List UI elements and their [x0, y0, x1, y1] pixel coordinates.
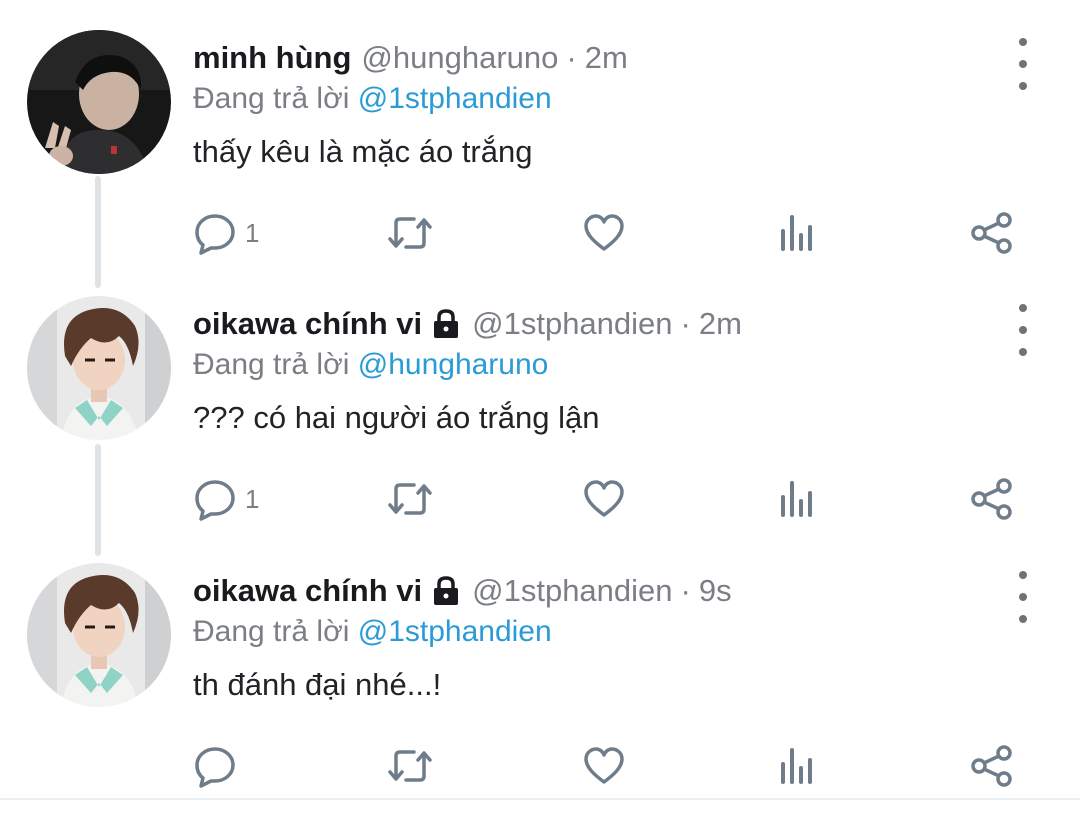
user-handle[interactable]: @1stphandien	[472, 306, 672, 342]
reply-button[interactable]	[193, 741, 245, 791]
display-name[interactable]: minh hùng	[193, 40, 351, 76]
more-vertical-icon[interactable]	[1012, 36, 1034, 92]
like-icon	[584, 747, 624, 784]
replying-to-label: Đang trả lời	[193, 615, 350, 648]
share-button[interactable]	[970, 741, 1014, 791]
reply-button[interactable]: 1	[193, 208, 259, 258]
lock-icon	[434, 309, 459, 338]
timestamp[interactable]: 2m	[699, 306, 742, 342]
tweet-actions	[0, 741, 1080, 791]
user-handle[interactable]: @hungharuno	[361, 40, 558, 76]
reply-icon	[195, 747, 235, 788]
analytics-button[interactable]	[778, 208, 818, 258]
tweet-header: oikawa chính vi @1stphandien · 9s	[193, 569, 732, 613]
analytics-button[interactable]	[778, 741, 818, 791]
share-button[interactable]	[970, 208, 1014, 258]
reply-count: 1	[245, 217, 260, 248]
display-name[interactable]: oikawa chính vi	[193, 306, 422, 342]
reply-count: 1	[245, 483, 260, 514]
retweet-icon	[388, 217, 432, 249]
tweet-text: th đánh đại nhé...!	[193, 667, 442, 702]
like-icon	[584, 480, 624, 517]
divider	[0, 798, 1080, 800]
analytics-icon	[781, 215, 812, 251]
retweet-button[interactable]	[386, 741, 434, 791]
tweet-text: thấy kêu là mặc áo trắng	[193, 134, 533, 169]
tweet[interactable]: oikawa chính vi @1stphandien · 2m Đang t…	[0, 296, 1080, 564]
tweet-actions: 1	[0, 474, 1080, 524]
like-button[interactable]	[582, 208, 626, 258]
tweet[interactable]: minh hùng @hungharuno · 2m Đang trả lời …	[0, 30, 1080, 298]
avatar[interactable]	[27, 563, 171, 707]
share-icon	[971, 478, 1012, 520]
tweet-header: oikawa chính vi @1stphandien · 2m	[193, 302, 742, 346]
separator: ·	[680, 573, 691, 608]
tweet-text: ??? có hai người áo trắng lận	[193, 400, 600, 435]
replying-to: Đang trả lời @hungharuno	[193, 348, 548, 382]
user-handle[interactable]: @1stphandien	[472, 573, 672, 609]
analytics-icon	[781, 748, 812, 784]
retweet-button[interactable]	[386, 474, 434, 524]
avatar[interactable]	[27, 296, 171, 440]
timestamp[interactable]: 2m	[585, 40, 628, 76]
tweet[interactable]: oikawa chính vi @1stphandien · 9s Đang t…	[0, 563, 1080, 831]
like-button[interactable]	[582, 741, 626, 791]
separator: ·	[680, 306, 691, 341]
tweet-actions: 1	[0, 208, 1080, 258]
timestamp[interactable]: 9s	[699, 573, 732, 609]
more-vertical-icon[interactable]	[1012, 302, 1034, 358]
reply-icon	[195, 480, 235, 521]
retweet-icon	[388, 483, 432, 515]
separator: ·	[566, 40, 577, 75]
replying-to-handle[interactable]: @hungharuno	[358, 348, 549, 381]
replying-to-handle[interactable]: @1stphandien	[358, 615, 552, 648]
like-icon	[584, 214, 624, 251]
replying-to-handle[interactable]: @1stphandien	[358, 82, 552, 115]
replying-to-label: Đang trả lời	[193, 348, 350, 381]
analytics-icon	[781, 481, 812, 517]
analytics-button[interactable]	[778, 474, 818, 524]
reply-icon	[195, 214, 235, 255]
retweet-button[interactable]	[386, 208, 434, 258]
share-button[interactable]	[970, 474, 1014, 524]
like-button[interactable]	[582, 474, 626, 524]
display-name[interactable]: oikawa chính vi	[193, 573, 422, 609]
replying-to-label: Đang trả lời	[193, 82, 350, 115]
share-icon	[971, 745, 1012, 787]
reply-button[interactable]: 1	[193, 474, 259, 524]
share-icon	[971, 212, 1012, 254]
tweet-header: minh hùng @hungharuno · 2m	[193, 36, 628, 80]
avatar[interactable]	[27, 30, 171, 174]
replying-to: Đang trả lời @1stphandien	[193, 615, 552, 649]
replying-to: Đang trả lời @1stphandien	[193, 82, 552, 116]
lock-icon	[434, 576, 459, 605]
more-vertical-icon[interactable]	[1012, 569, 1034, 625]
retweet-icon	[388, 750, 432, 782]
